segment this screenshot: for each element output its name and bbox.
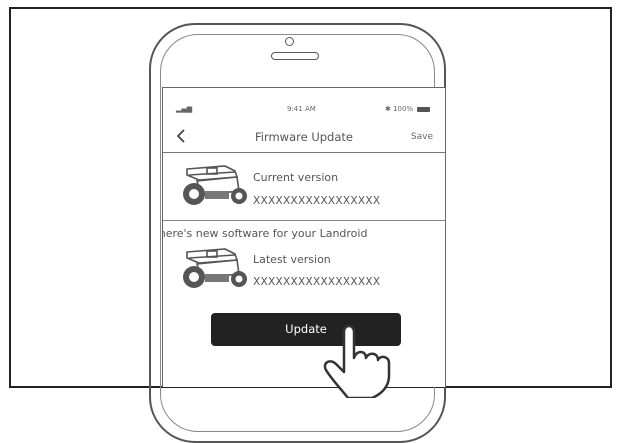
battery-status: ✱ 100% (385, 105, 431, 113)
mower-icon (183, 165, 247, 205)
update-notice: There's new software for your Landroid (162, 227, 368, 240)
status-bar: ▂▄▆ 9:41 AM ✱ 100% (163, 105, 445, 117)
camera-icon (285, 37, 294, 46)
current-version-label: Current version (253, 171, 339, 184)
pointing-hand-icon (323, 324, 391, 398)
speaker-grille (271, 52, 319, 60)
battery-icon (417, 106, 431, 112)
latest-version-value: XXXXXXXXXXXXXXXXX (253, 276, 381, 288)
nav-bar: Firmware Update Save (163, 124, 445, 153)
page-title: Firmware Update (254, 130, 353, 144)
latest-version-label: Latest version (253, 253, 331, 266)
mower-icon (183, 248, 247, 288)
current-version-value: XXXXXXXXXXXXXXXXX (253, 195, 381, 207)
status-time: 9:41 AM (287, 105, 316, 113)
battery-text: ✱ 100% (385, 105, 414, 113)
section-divider (163, 220, 445, 221)
signal-strength: ▂▄▆ (176, 105, 193, 113)
save-button[interactable]: Save (411, 132, 433, 142)
